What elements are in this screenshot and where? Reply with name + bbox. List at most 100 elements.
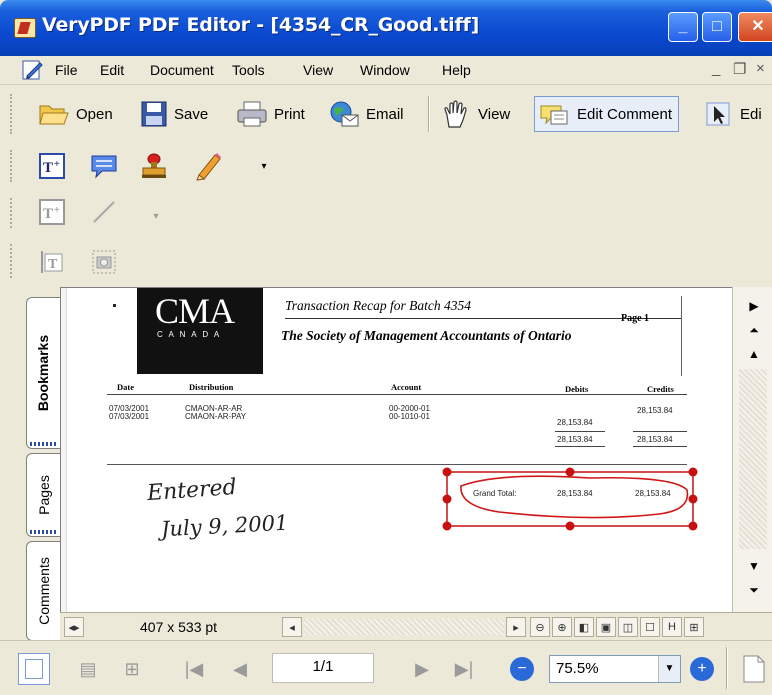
zoom-select[interactable]: 75.5% ▼	[549, 655, 681, 683]
next-page-button[interactable]: ▶	[408, 655, 436, 683]
scroll-right-button[interactable]: ▸	[506, 617, 526, 637]
title-bar[interactable]: VeryPDF PDF Editor - [4354_CR_Good.tiff]…	[0, 0, 772, 56]
menu-help[interactable]: Help	[442, 62, 471, 78]
add-text-button[interactable]: T +	[36, 150, 68, 182]
mdi-close-button[interactable]: ×	[756, 60, 765, 77]
hand-icon	[444, 100, 467, 128]
first-page-button[interactable]: |◀	[180, 655, 208, 683]
column-header: Date	[117, 382, 134, 392]
blank-page-icon	[743, 655, 765, 683]
menu-window[interactable]: Window	[360, 62, 410, 78]
email-button[interactable]: Email	[328, 96, 404, 132]
toolbar-grip[interactable]	[10, 94, 15, 134]
line-dropdown-button[interactable]: ▾	[140, 200, 172, 232]
continuous-page-icon[interactable]: H	[662, 617, 682, 637]
toolbar-grip[interactable]	[10, 244, 15, 278]
chevron-down-icon: ▾	[261, 160, 267, 172]
zoom-out-button[interactable]: −	[510, 657, 534, 681]
menu-document[interactable]: Document	[150, 62, 214, 78]
fit-page-icon[interactable]: ◧	[574, 617, 594, 637]
table-cell: 07/03/2001	[109, 412, 150, 421]
scroll-left-button[interactable]: ◂	[282, 617, 302, 637]
more-dropdown-button[interactable]: ▾	[248, 150, 280, 182]
column-header: Distribution	[189, 382, 234, 392]
chevron-down-icon[interactable]: ▼	[658, 656, 680, 682]
scroll-track[interactable]	[739, 369, 767, 549]
scroll-top-button[interactable]: ⏶	[743, 319, 765, 341]
zoom-value: 75.5%	[556, 660, 599, 677]
menu-file[interactable]: File	[55, 62, 78, 78]
stamp-button[interactable]	[138, 150, 170, 182]
previous-page-button[interactable]: ◀	[226, 655, 254, 683]
app-window: VeryPDF PDF Editor - [4354_CR_Good.tiff]…	[0, 0, 772, 695]
pencil-button[interactable]	[192, 150, 224, 182]
single-page-icon	[25, 659, 43, 679]
edit-comment-button[interactable]: Edit Comment	[534, 96, 680, 132]
view-button[interactable]: View	[440, 96, 510, 132]
ink-annotation[interactable]	[439, 464, 701, 534]
horizontal-scroll-track[interactable]	[304, 619, 504, 635]
toolbar-separator	[428, 96, 430, 132]
split-handle-icon[interactable]: ◂▸	[64, 617, 84, 637]
logo-sub-text: C A N A D A	[157, 330, 222, 339]
plus-icon: +	[697, 660, 707, 677]
document-view[interactable]: CMA C A N A D A Transaction Recap for Ba…	[60, 287, 732, 612]
menu-edit[interactable]: Edit	[100, 62, 124, 78]
pencil-icon	[196, 153, 221, 181]
facing-view-icon: ⊞	[124, 658, 140, 679]
tab-pages[interactable]: Pages	[26, 453, 60, 537]
textbox-tool-button[interactable]: T +	[36, 196, 68, 228]
scroll-bottom-button[interactable]: ⏷	[743, 579, 765, 601]
zoom-in-button[interactable]: +	[690, 657, 714, 681]
tab-bookmarks-label: Bookmarks	[35, 334, 52, 412]
maximize-button[interactable]: □	[702, 12, 732, 42]
toolbar-grip[interactable]	[10, 198, 15, 228]
edit-button[interactable]: Edi	[704, 96, 762, 132]
line-tool-button[interactable]	[88, 196, 120, 228]
toolbar-grip[interactable]	[10, 150, 15, 182]
table-cell: 00-1010-01	[389, 412, 430, 421]
fit-visible-icon[interactable]: ◫	[618, 617, 638, 637]
subtotal-credit: 28,153.84	[637, 435, 673, 444]
page-size-readout: 407 x 533 pt	[140, 619, 218, 635]
mdi-minimize-button[interactable]: _	[712, 60, 720, 77]
print-button[interactable]: Print	[236, 96, 305, 132]
note-button[interactable]	[88, 150, 120, 182]
next-page-arrow-icon[interactable]: ▶	[743, 295, 765, 317]
menu-bar: File Edit Document Tools View Window Hel…	[0, 56, 772, 85]
main-toolbar: Open Save Print Email View Edit Comment …	[0, 86, 772, 142]
page-number-input[interactable]: 1/1	[272, 653, 374, 683]
menu-tools[interactable]: Tools	[232, 62, 265, 78]
zoom-out-small-icon[interactable]: ⊖	[530, 617, 550, 637]
scroll-up-button[interactable]: ▲	[743, 343, 765, 365]
open-label: Open	[76, 105, 113, 123]
open-button[interactable]: Open	[38, 96, 113, 132]
menu-view[interactable]: View	[303, 62, 333, 78]
single-page-icon[interactable]: ☐	[640, 617, 660, 637]
page-edge	[61, 288, 67, 612]
svg-text:+: +	[54, 205, 60, 216]
tab-indicator	[30, 442, 58, 446]
app-logo-icon	[14, 18, 36, 38]
close-button[interactable]: ✕	[738, 12, 772, 42]
page-icon-button[interactable]	[740, 651, 768, 687]
fit-width-icon[interactable]: ▣	[596, 617, 616, 637]
save-button[interactable]: Save	[140, 96, 208, 132]
mdi-restore-button[interactable]: ❐	[733, 60, 746, 78]
facing-view-button[interactable]: ⊞	[118, 655, 146, 683]
subtotal-rule	[633, 431, 687, 432]
text-tool-button[interactable]: T	[36, 246, 68, 278]
zoom-in-small-icon[interactable]: ⊕	[552, 617, 572, 637]
facing-pages-icon[interactable]: ⊞	[684, 617, 704, 637]
continuous-view-button[interactable]: ▤	[74, 655, 102, 683]
tab-bookmarks[interactable]: Bookmarks	[26, 297, 60, 449]
drawing-toolbar: T + ▾	[0, 190, 772, 236]
vertical-scrollbar[interactable]: ▶ ⏶ ▲ ▼ ⏷	[732, 287, 772, 612]
tab-comments[interactable]: Comments	[26, 541, 60, 641]
last-page-button[interactable]: ▶|	[448, 655, 480, 683]
scroll-down-button[interactable]: ▼	[743, 555, 765, 577]
view-label: View	[478, 105, 511, 123]
snapshot-tool-button[interactable]	[88, 246, 120, 278]
single-page-view-button[interactable]	[18, 653, 50, 685]
minimize-button[interactable]: _	[668, 12, 698, 42]
